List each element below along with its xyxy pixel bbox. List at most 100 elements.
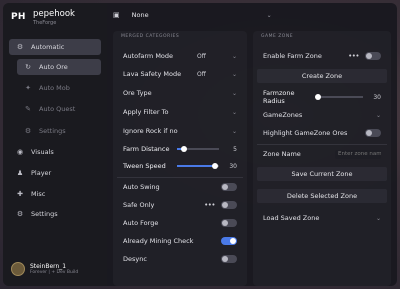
row-label: Enable Farm Zone xyxy=(263,52,322,60)
save-current-zone-button[interactable]: Save Current Zone xyxy=(257,167,387,181)
user-profile: SteinBern_1 Forever | + Dev Build xyxy=(11,262,78,276)
row-label: Auto Forge xyxy=(123,219,159,227)
divider xyxy=(117,177,243,178)
slider-knob[interactable] xyxy=(180,146,187,152)
row-label: Farm Distance xyxy=(123,145,170,153)
toggle-switch[interactable] xyxy=(221,219,237,227)
user-rank: Forever | + Dev Build xyxy=(30,270,79,275)
slider-knob[interactable] xyxy=(211,163,218,169)
ore-type-dropdown[interactable]: Ore Type ⌄ xyxy=(117,86,243,100)
row-label: Tween Speed xyxy=(123,162,166,170)
zone-name-row: Zone Name xyxy=(257,147,387,161)
row-label: Farmzone Radius xyxy=(263,89,295,105)
slider-value: 30 xyxy=(373,93,381,101)
sidebar-item-label: Automatic xyxy=(31,43,65,51)
user-name: SteinBern_1 xyxy=(30,263,67,270)
chevron-down-icon: ⌄ xyxy=(375,111,381,119)
farm-distance-slider[interactable]: Farm Distance 5 xyxy=(117,142,243,156)
misc-icon: ✚ xyxy=(17,190,23,198)
toggle-switch[interactable] xyxy=(221,237,237,245)
delete-selected-zone-button[interactable]: Delete Selected Zone xyxy=(257,189,387,203)
lava-safety-mode-dropdown[interactable]: Lava Safety Mode Off ⌄ xyxy=(117,67,243,81)
highlight-gamezone-ores-toggle[interactable]: Highlight GameZone Ores xyxy=(257,126,387,140)
more-options-icon[interactable]: ••• xyxy=(204,201,215,209)
auto-forge-toggle[interactable]: Auto Forge xyxy=(117,216,243,230)
toggle-switch[interactable] xyxy=(221,255,237,263)
sidebar-item-player[interactable]: ♟ Player xyxy=(9,165,101,181)
avatar xyxy=(11,262,25,276)
ignore-rock-dropdown[interactable]: Ignore Rock if no ⌄ xyxy=(117,124,243,138)
chevron-down-icon: ⌄ xyxy=(266,11,272,19)
toggle-switch[interactable] xyxy=(365,52,381,60)
chevron-down-icon: ⌄ xyxy=(375,214,381,222)
row-label: Zone Name xyxy=(263,150,301,158)
save-icon[interactable]: ▣ xyxy=(113,11,120,19)
config-value: None xyxy=(131,11,149,19)
panel-header: GAME ZONE xyxy=(261,34,294,39)
create-zone-button[interactable]: Create Zone xyxy=(257,69,387,83)
gamezones-dropdown[interactable]: GameZones ⌄ xyxy=(257,108,387,122)
divider xyxy=(257,144,387,145)
farmzone-radius-slider[interactable]: Farmzone Radius 30 xyxy=(257,89,387,105)
slider-track[interactable] xyxy=(177,163,219,169)
sidebar-item-auto-ore[interactable]: ↻ Auto Ore xyxy=(17,59,101,75)
load-saved-zone-dropdown[interactable]: Load Saved Zone ⌄ xyxy=(257,211,387,225)
slider-value: 30 xyxy=(229,162,237,170)
sidebar-item-label: Settings xyxy=(39,127,66,135)
autofarm-mode-dropdown[interactable]: Autofarm Mode Off ⌄ xyxy=(117,49,243,63)
enable-farm-zone-toggle[interactable]: Enable Farm Zone ••• xyxy=(257,49,387,63)
right-panel: GAME ZONE Enable Farm Zone ••• Create Zo… xyxy=(253,31,391,286)
slider-track[interactable] xyxy=(314,94,363,100)
row-label: Ignore Rock if no xyxy=(123,127,178,135)
apply-filter-dropdown[interactable]: Apply Filter To ⌄ xyxy=(117,105,243,119)
desync-toggle[interactable]: Desync xyxy=(117,252,243,266)
row-label: Lava Safety Mode xyxy=(123,70,182,78)
toggle-switch[interactable] xyxy=(221,201,237,209)
more-options-icon[interactable]: ••• xyxy=(348,52,359,60)
config-selector[interactable]: ▣ None ⌄ xyxy=(113,11,272,19)
slider-knob[interactable] xyxy=(314,94,321,100)
row-label: GameZones xyxy=(263,111,303,119)
eye-icon: ◉ xyxy=(16,148,24,156)
sidebar-item-automatic[interactable]: ⚙ Automatic xyxy=(9,39,101,55)
tween-speed-slider[interactable]: Tween Speed 30 xyxy=(117,159,243,173)
already-mining-check-toggle[interactable]: Already Mining Check xyxy=(117,234,243,248)
mob-icon: ✦ xyxy=(25,84,31,92)
zone-name-input[interactable] xyxy=(335,149,381,159)
sidebar-item-settings[interactable]: ⚙ Settings xyxy=(9,206,101,222)
sidebar-item-misc[interactable]: ✚ Misc xyxy=(9,186,101,202)
sidebar-item-auto-quest[interactable]: ✎ Auto Quest xyxy=(17,101,101,117)
row-label: Already Mining Check xyxy=(123,237,194,245)
slider-track[interactable] xyxy=(177,146,219,152)
sidebar-item-label: Auto Ore xyxy=(39,63,68,71)
chevron-down-icon: ⌄ xyxy=(231,89,237,97)
sidebar-item-label: Visuals xyxy=(31,148,54,156)
dropdown-value: Off xyxy=(197,52,206,60)
panel-header: MERGED CATEGORIES xyxy=(121,34,180,39)
sidebar-item-auto-mob[interactable]: ✦ Auto Mob xyxy=(17,80,101,96)
row-label: Highlight GameZone Ores xyxy=(263,129,348,137)
app-subtitle: TheForge xyxy=(33,20,57,26)
app-logo: PH xyxy=(11,12,26,22)
dropdown-value: Off xyxy=(197,70,206,78)
row-label: Autofarm Mode xyxy=(123,52,174,60)
sidebar-item-settings-sub[interactable]: ⚙ Settings xyxy=(17,123,101,139)
safe-only-toggle[interactable]: Safe Only ••• xyxy=(117,198,243,212)
player-icon: ♟ xyxy=(16,169,24,177)
chevron-down-icon: ⌄ xyxy=(231,70,237,78)
slider-value: 5 xyxy=(233,145,237,153)
chevron-down-icon: ⌄ xyxy=(231,108,237,116)
ore-icon: ↻ xyxy=(25,63,31,71)
row-label: Ore Type xyxy=(123,89,152,97)
sidebar-item-label: Auto Quest xyxy=(39,105,76,113)
row-label: Safe Only xyxy=(123,201,155,209)
row-label: Apply Filter To xyxy=(123,108,169,116)
toggle-switch[interactable] xyxy=(221,183,237,191)
auto-swing-toggle[interactable]: Auto Swing xyxy=(117,180,243,194)
sidebar-item-visuals[interactable]: ◉ Visuals xyxy=(9,144,101,160)
sidebar-item-label: Auto Mob xyxy=(39,84,70,92)
toggle-switch[interactable] xyxy=(365,129,381,137)
chevron-down-icon: ⌄ xyxy=(231,127,237,135)
gear-icon: ⚙ xyxy=(24,127,32,135)
grid-icon: ⚙ xyxy=(16,43,24,51)
